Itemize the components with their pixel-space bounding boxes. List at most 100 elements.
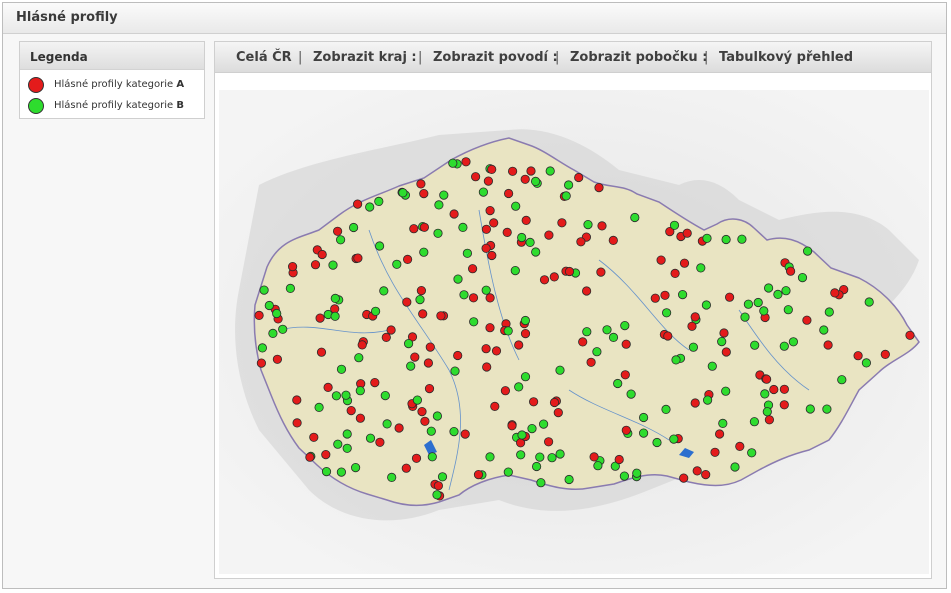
profile-marker-category-b[interactable] xyxy=(351,462,361,473)
profile-marker-category-a[interactable] xyxy=(500,386,510,396)
profile-marker-category-a[interactable] xyxy=(594,183,604,193)
profile-marker-category-a[interactable] xyxy=(481,224,491,234)
profile-marker-category-b[interactable] xyxy=(375,241,385,251)
profile-marker-category-b[interactable] xyxy=(547,453,557,463)
profile-marker-category-b[interactable] xyxy=(503,467,513,477)
profile-marker-category-b[interactable] xyxy=(354,353,364,363)
profile-marker-category-a[interactable] xyxy=(346,405,356,416)
profile-marker-category-b[interactable] xyxy=(545,166,555,176)
profile-marker-category-b[interactable] xyxy=(333,439,343,449)
profile-marker-category-a[interactable] xyxy=(254,310,264,320)
profile-marker-category-b[interactable] xyxy=(602,325,612,335)
profile-marker-category-a[interactable] xyxy=(424,383,435,394)
profile-marker-category-b[interactable] xyxy=(392,259,402,269)
profile-marker-category-b[interactable] xyxy=(525,237,535,247)
profile-marker-category-a[interactable] xyxy=(802,315,812,325)
profile-marker-category-a[interactable] xyxy=(418,309,428,319)
profile-marker-category-b[interactable] xyxy=(510,266,520,276)
profile-marker-category-a[interactable] xyxy=(386,325,396,335)
profile-marker-category-b[interactable] xyxy=(671,355,681,365)
profile-marker-category-a[interactable] xyxy=(719,328,729,338)
profile-marker-category-a[interactable] xyxy=(528,397,539,407)
profile-marker-category-a[interactable] xyxy=(853,351,863,361)
profile-marker-category-b[interactable] xyxy=(342,429,352,439)
profile-marker-category-b[interactable] xyxy=(613,378,623,389)
profile-marker-category-b[interactable] xyxy=(762,407,772,417)
profile-marker-category-a[interactable] xyxy=(323,382,333,392)
profile-marker-category-b[interactable] xyxy=(661,404,671,414)
profile-marker-category-a[interactable] xyxy=(416,286,426,296)
nav-cela-cr-link[interactable]: Celá ČR xyxy=(236,50,292,65)
profile-marker-category-b[interactable] xyxy=(583,220,593,230)
profile-marker-category-b[interactable] xyxy=(336,364,347,374)
profile-marker-category-b[interactable] xyxy=(753,297,763,308)
profile-marker-category-b[interactable] xyxy=(805,404,815,414)
profile-marker-category-b[interactable] xyxy=(737,234,747,244)
profile-marker-category-a[interactable] xyxy=(481,344,491,354)
profile-marker-category-a[interactable] xyxy=(735,441,745,451)
profile-marker-category-b[interactable] xyxy=(702,395,713,405)
profile-marker-category-b[interactable] xyxy=(432,490,442,500)
profile-marker-category-b[interactable] xyxy=(387,472,397,482)
profile-marker-category-b[interactable] xyxy=(721,386,731,396)
profile-marker-category-a[interactable] xyxy=(481,243,491,253)
profile-marker-category-b[interactable] xyxy=(481,285,491,295)
profile-marker-category-b[interactable] xyxy=(538,419,549,429)
profile-marker-category-a[interactable] xyxy=(905,330,915,340)
profile-marker-category-a[interactable] xyxy=(539,275,550,285)
profile-marker-category-a[interactable] xyxy=(761,374,772,384)
profile-marker-category-b[interactable] xyxy=(750,340,760,350)
profile-marker-category-a[interactable] xyxy=(468,264,478,274)
profile-marker-category-b[interactable] xyxy=(582,327,592,337)
profile-marker-category-b[interactable] xyxy=(696,263,706,273)
profile-marker-category-b[interactable] xyxy=(412,395,422,405)
profile-marker-category-b[interactable] xyxy=(721,234,731,245)
profile-marker-category-b[interactable] xyxy=(632,468,642,478)
profile-marker-category-a[interactable] xyxy=(692,466,702,476)
profile-marker-category-b[interactable] xyxy=(608,332,619,342)
profile-marker-category-a[interactable] xyxy=(487,250,497,261)
profile-marker-category-b[interactable] xyxy=(439,190,449,200)
profile-marker-category-b[interactable] xyxy=(336,467,347,477)
profile-marker-category-a[interactable] xyxy=(581,286,592,296)
profile-marker-category-a[interactable] xyxy=(557,218,567,228)
profile-marker-category-a[interactable] xyxy=(714,429,725,439)
profile-marker-category-b[interactable] xyxy=(564,474,574,485)
profile-marker-category-a[interactable] xyxy=(288,262,298,272)
profile-marker-category-a[interactable] xyxy=(679,258,690,268)
profile-marker-category-b[interactable] xyxy=(718,418,728,428)
profile-marker-category-a[interactable] xyxy=(353,253,363,263)
profile-marker-category-b[interactable] xyxy=(620,321,630,331)
profile-marker-category-b[interactable] xyxy=(371,306,381,316)
profile-marker-category-b[interactable] xyxy=(321,466,332,477)
profile-marker-category-a[interactable] xyxy=(701,469,711,480)
profile-marker-category-b[interactable] xyxy=(626,389,636,399)
profile-marker-category-b[interactable] xyxy=(561,191,571,201)
profile-marker-category-b[interactable] xyxy=(563,180,574,190)
profile-marker-category-a[interactable] xyxy=(830,288,840,298)
profile-marker-category-a[interactable] xyxy=(687,321,697,331)
profile-marker-category-a[interactable] xyxy=(670,268,680,278)
profile-marker-category-a[interactable] xyxy=(403,254,413,264)
profile-marker-category-b[interactable] xyxy=(802,246,813,256)
profile-marker-category-a[interactable] xyxy=(564,266,575,277)
profile-marker-category-a[interactable] xyxy=(589,452,599,462)
profile-marker-category-b[interactable] xyxy=(763,283,774,293)
profile-marker-category-b[interactable] xyxy=(701,300,711,310)
profile-marker-category-a[interactable] xyxy=(416,179,426,189)
profile-marker-category-b[interactable] xyxy=(365,202,375,212)
profile-marker-category-b[interactable] xyxy=(661,308,672,318)
profile-marker-category-a[interactable] xyxy=(485,293,495,303)
profile-marker-category-b[interactable] xyxy=(404,339,414,349)
profile-marker-category-b[interactable] xyxy=(342,443,352,453)
profile-marker-category-b[interactable] xyxy=(781,286,791,296)
profile-marker-category-b[interactable] xyxy=(861,358,872,368)
profile-marker-category-a[interactable] xyxy=(621,339,631,349)
profile-marker-category-b[interactable] xyxy=(730,462,740,472)
nav-zobrazit-kraj-dropdown[interactable]: Zobrazit kraj : xyxy=(313,50,417,65)
profile-marker-category-a[interactable] xyxy=(576,237,586,247)
profile-marker-category-b[interactable] xyxy=(707,361,717,371)
profile-marker-category-a[interactable] xyxy=(690,398,700,408)
profile-marker-category-a[interactable] xyxy=(355,413,365,423)
profile-marker-category-b[interactable] xyxy=(514,382,524,392)
